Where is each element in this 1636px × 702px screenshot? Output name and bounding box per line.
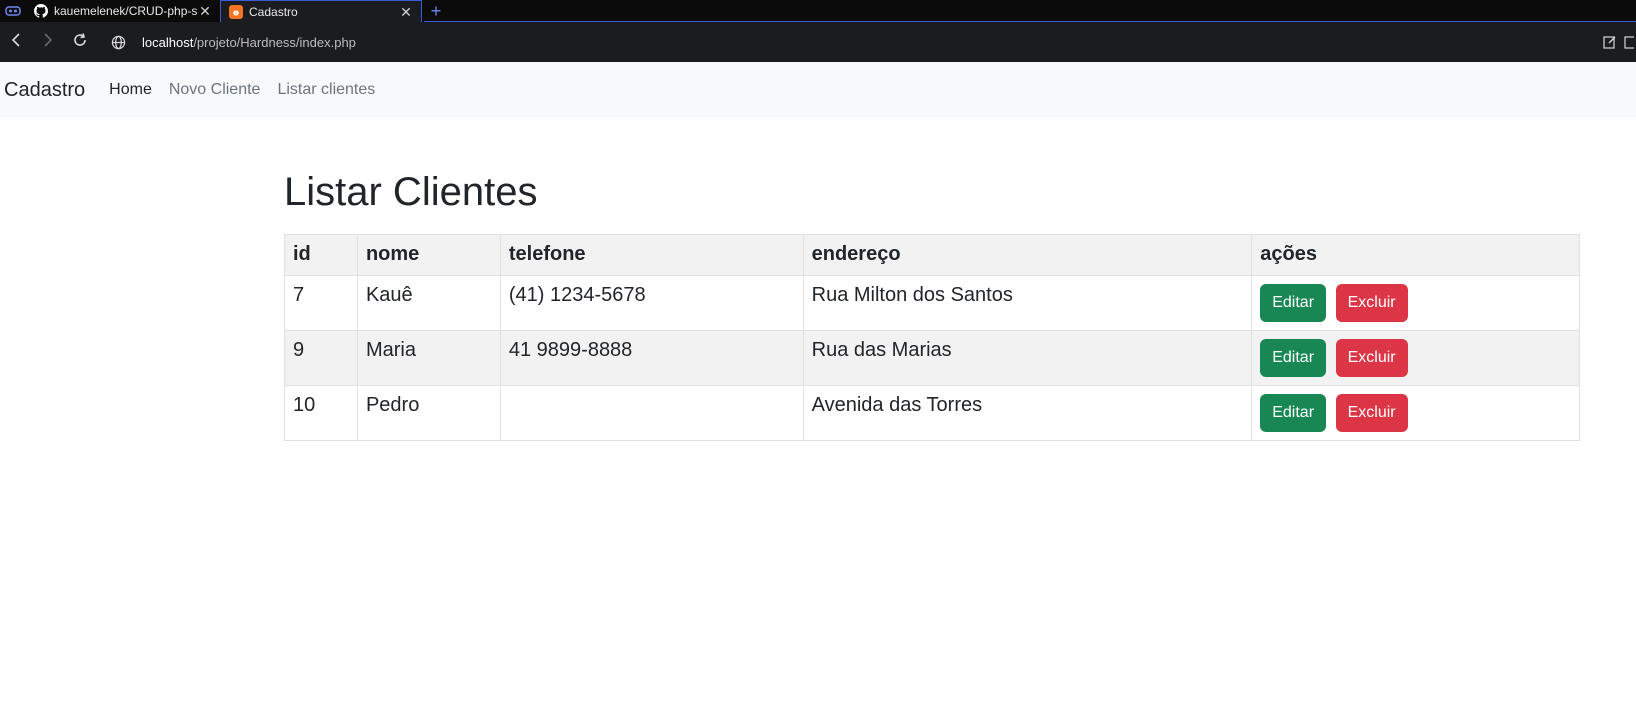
browser-tab-github[interactable]: kauemelenek/CRUD-php-si ✕ bbox=[26, 0, 220, 22]
page-title: Listar Clientes bbox=[284, 170, 538, 214]
table-header-row: id nome telefone endereço ações bbox=[284, 234, 1580, 276]
chevron-left-icon bbox=[11, 32, 21, 52]
browser-tab-bar: kauemelenek/CRUD-php-si ✕ ꙩ Cadastro ✕ + bbox=[0, 0, 1636, 22]
xampp-icon: ꙩ bbox=[229, 4, 243, 19]
delete-button[interactable]: Excluir bbox=[1335, 394, 1408, 432]
url-path: /projeto/Hardness/index.php bbox=[193, 34, 356, 50]
cell-id: 7 bbox=[284, 275, 358, 331]
browser-tab-cadastro[interactable]: ꙩ Cadastro ✕ bbox=[220, 0, 422, 22]
edit-button[interactable]: Editar bbox=[1260, 284, 1327, 322]
edit-button[interactable]: Editar bbox=[1260, 339, 1327, 377]
table-row: 7 Kauê (41) 1234-5678 Rua Milton dos San… bbox=[284, 275, 1580, 331]
nav-link-novo-cliente[interactable]: Novo Cliente bbox=[169, 81, 261, 99]
globe-icon[interactable] bbox=[104, 28, 132, 56]
github-icon bbox=[34, 4, 48, 18]
cell-id: 10 bbox=[284, 385, 358, 441]
cell-telefone bbox=[499, 385, 804, 441]
tab-title: kauemelenek/CRUD-php-si bbox=[54, 4, 198, 18]
chevron-right-icon bbox=[43, 32, 53, 52]
tab-title: Cadastro bbox=[249, 4, 298, 19]
reload-icon bbox=[72, 32, 88, 53]
column-header-acoes: ações bbox=[1251, 234, 1580, 276]
toolbar-actions bbox=[1596, 22, 1636, 62]
column-header-nome: nome bbox=[356, 234, 501, 276]
url-host: localhost bbox=[142, 34, 194, 50]
reload-button[interactable] bbox=[64, 26, 96, 58]
close-tab-icon[interactable]: ✕ bbox=[399, 5, 413, 19]
navbar-brand[interactable]: Cadastro bbox=[4, 79, 85, 102]
back-button[interactable] bbox=[0, 26, 32, 58]
new-tab-button[interactable]: + bbox=[422, 0, 450, 22]
cell-nome: Pedro bbox=[356, 385, 501, 441]
table-row: 10 Pedro Avenida das Torres Editar Exclu… bbox=[284, 385, 1580, 441]
cell-telefone: 41 9899-8888 bbox=[499, 330, 804, 386]
cell-actions: Editar Excluir bbox=[1251, 330, 1580, 386]
column-header-id: id bbox=[284, 234, 358, 276]
table-row: 9 Maria 41 9899-8888 Rua das Marias Edit… bbox=[284, 330, 1580, 386]
tab-overview-icon[interactable] bbox=[0, 0, 26, 22]
main-content: Listar Clientes id nome telefone endereç… bbox=[284, 118, 1580, 441]
nav-link-listar-clientes[interactable]: Listar clientes bbox=[277, 81, 375, 99]
cell-endereco: Avenida das Torres bbox=[802, 385, 1253, 441]
delete-button[interactable]: Excluir bbox=[1335, 339, 1408, 377]
close-tab-icon[interactable]: ✕ bbox=[198, 4, 212, 18]
svg-text:ꙩ: ꙩ bbox=[233, 8, 239, 18]
sidebar-icon[interactable] bbox=[1624, 35, 1636, 49]
address-bar[interactable]: localhost/projeto/Hardness/index.php bbox=[104, 26, 356, 58]
cell-actions: Editar Excluir bbox=[1251, 385, 1580, 441]
delete-button[interactable]: Excluir bbox=[1335, 284, 1408, 322]
column-header-telefone: telefone bbox=[499, 234, 804, 276]
clients-table: id nome telefone endereço ações 7 Kauê (… bbox=[284, 234, 1580, 441]
site-navbar: Cadastro Home Novo Cliente Listar client… bbox=[0, 62, 1636, 118]
cell-endereco: Rua das Marias bbox=[802, 330, 1253, 386]
url-text: localhost/projeto/Hardness/index.php bbox=[142, 35, 356, 50]
cell-id: 9 bbox=[284, 330, 358, 386]
edit-button[interactable]: Editar bbox=[1260, 394, 1327, 432]
cell-endereco: Rua Milton dos Santos bbox=[802, 275, 1253, 331]
nav-link-home[interactable]: Home bbox=[109, 81, 152, 99]
cell-nome: Kauê bbox=[356, 275, 501, 331]
edit-page-icon[interactable] bbox=[1596, 35, 1624, 49]
browser-toolbar: localhost/projeto/Hardness/index.php bbox=[0, 22, 1636, 62]
cell-nome: Maria bbox=[356, 330, 501, 386]
forward-button[interactable] bbox=[32, 26, 64, 58]
cell-telefone: (41) 1234-5678 bbox=[499, 275, 804, 331]
column-header-endereco: endereço bbox=[802, 234, 1253, 276]
cell-actions: Editar Excluir bbox=[1251, 275, 1580, 331]
